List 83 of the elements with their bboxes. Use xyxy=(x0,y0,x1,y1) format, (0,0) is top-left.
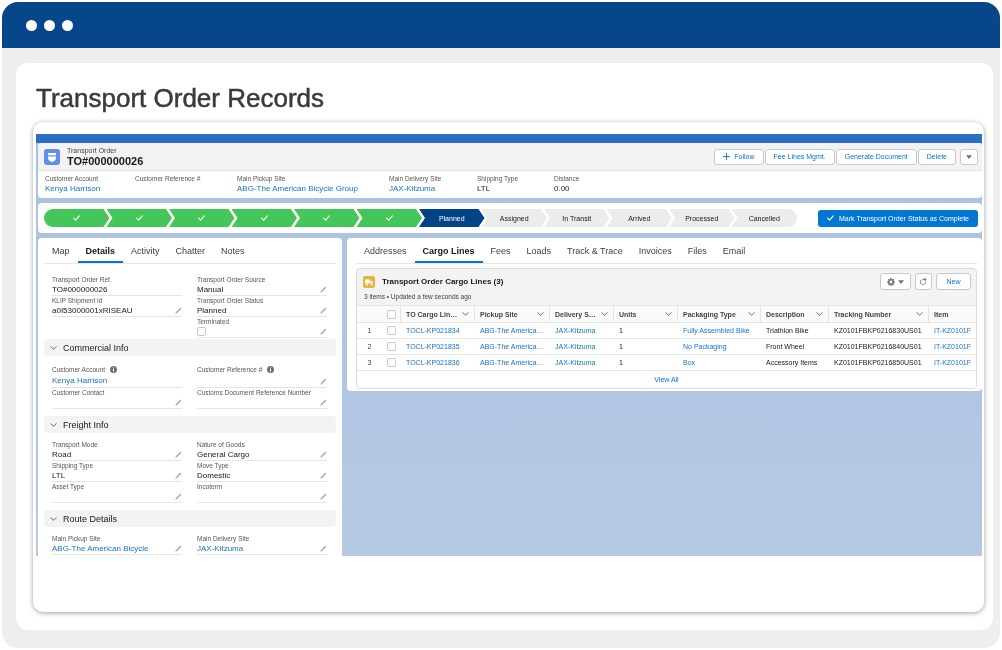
field-value: Manual xyxy=(197,284,224,295)
tab[interactable]: Loads xyxy=(518,238,560,263)
refresh-button[interactable] xyxy=(914,273,932,290)
pencil-icon[interactable] xyxy=(175,307,182,314)
window-dot-icon[interactable] xyxy=(44,19,55,31)
check-icon xyxy=(198,215,206,221)
pencil-icon[interactable] xyxy=(320,472,327,479)
highlight-link[interactable]: ABG-The American Bicycle Group xyxy=(237,183,358,194)
highlight-link[interactable]: JAX-Kitzuma xyxy=(389,183,436,194)
tab[interactable]: Cargo Lines xyxy=(414,238,483,263)
select-all-checkbox[interactable] xyxy=(386,309,396,319)
highlight-value: 0.00 xyxy=(554,183,570,194)
field-link[interactable]: ABG-The American Bicycle xyxy=(52,543,149,554)
list-title: Transport Order Cargo Lines (3) xyxy=(382,277,504,286)
tab[interactable]: Invoices xyxy=(630,238,680,263)
highlight-link[interactable]: Kenya Harrison xyxy=(45,183,101,194)
pencil-icon[interactable] xyxy=(175,545,182,552)
shield-icon xyxy=(44,148,60,165)
field-value: LTL xyxy=(52,470,66,481)
path-step[interactable] xyxy=(106,209,172,227)
path-step[interactable] xyxy=(44,209,110,227)
row-checkbox[interactable] xyxy=(387,342,396,351)
check-icon xyxy=(135,215,143,221)
caret-down-icon xyxy=(965,154,972,159)
info-icon[interactable] xyxy=(267,365,275,373)
check-icon xyxy=(323,215,331,221)
field-value: Road xyxy=(52,449,72,460)
field-value: General Cargo xyxy=(197,449,250,460)
path-step[interactable] xyxy=(294,209,360,227)
tab[interactable]: Track & Trace xyxy=(559,238,631,263)
field-value: Planned xyxy=(197,305,227,316)
row-checkbox[interactable] xyxy=(387,358,396,367)
tab[interactable]: Addresses xyxy=(356,238,415,263)
truck-icon xyxy=(363,275,375,288)
section-header[interactable]: Route Details xyxy=(44,510,336,527)
tab[interactable]: Email xyxy=(714,238,754,263)
path-step[interactable] xyxy=(169,209,235,227)
tab[interactable]: Chatter xyxy=(167,238,214,263)
highlight-value: LTL xyxy=(477,183,491,194)
window-dot-icon[interactable] xyxy=(26,19,37,31)
section-header[interactable]: Commercial Info xyxy=(44,339,336,356)
pencil-icon[interactable] xyxy=(175,399,182,406)
check-icon xyxy=(73,215,81,221)
page-title: Transport Order Records xyxy=(36,83,325,113)
tab[interactable]: Activity xyxy=(123,238,168,263)
check-icon xyxy=(260,215,268,221)
pencil-icon[interactable] xyxy=(320,493,327,500)
checkbox[interactable] xyxy=(197,327,206,336)
field-value: a0I53000001xRISEAU xyxy=(52,305,133,316)
row-checkbox[interactable] xyxy=(387,326,396,335)
field-link[interactable]: Kenya Harrison xyxy=(52,376,108,386)
path-step[interactable] xyxy=(231,209,297,227)
pencil-icon[interactable] xyxy=(320,328,327,335)
tab[interactable]: Map xyxy=(44,238,78,263)
refresh-icon xyxy=(919,277,928,286)
field-value: TO#000000026 xyxy=(52,284,108,295)
tab[interactable]: Details xyxy=(77,238,124,263)
caret-down-icon xyxy=(897,279,904,284)
tab[interactable]: Fees xyxy=(482,238,519,263)
pencil-icon[interactable] xyxy=(320,377,327,385)
tab[interactable]: Notes xyxy=(213,238,253,263)
tab[interactable]: Files xyxy=(679,238,715,263)
pencil-icon[interactable] xyxy=(320,307,327,314)
settings-icon xyxy=(886,277,895,286)
field-value: Domestic xyxy=(197,470,231,481)
pencil-icon[interactable] xyxy=(175,451,182,458)
section-header[interactable]: Freight Info xyxy=(44,416,336,433)
info-icon[interactable] xyxy=(110,365,118,373)
plus-icon xyxy=(723,153,731,160)
check-icon xyxy=(827,215,835,221)
check-icon xyxy=(385,215,393,221)
path-step[interactable] xyxy=(356,209,422,227)
settings-menu-button[interactable] xyxy=(879,273,911,290)
pencil-icon[interactable] xyxy=(320,545,327,552)
pencil-icon[interactable] xyxy=(175,493,182,500)
pencil-icon[interactable] xyxy=(175,472,182,479)
field-link[interactable]: JAX-Kitzuma xyxy=(197,543,244,554)
pencil-icon[interactable] xyxy=(320,399,327,406)
window-dot-icon[interactable] xyxy=(62,19,73,31)
pencil-icon[interactable] xyxy=(320,451,327,458)
record-name: TO#000000026 xyxy=(67,154,144,168)
more-actions-button[interactable] xyxy=(959,148,978,165)
pencil-icon[interactable] xyxy=(320,286,327,293)
